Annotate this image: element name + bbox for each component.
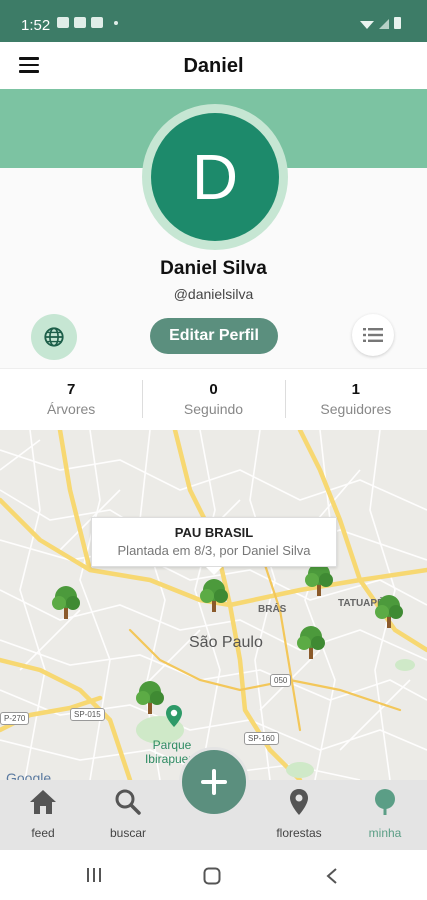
page-title: Daniel [183,55,244,77]
nav-label: feed [31,826,55,840]
tree-marker[interactable] [133,678,167,716]
back-icon[interactable] [325,867,339,885]
nav-item-feed[interactable]: feed [8,788,78,840]
list-view-button[interactable] [352,314,394,356]
road-badge: SP-160 [244,732,279,745]
nav-label: minha [368,826,402,840]
system-nav-bar [0,850,427,900]
add-tree-button[interactable] [179,747,249,817]
tree-info-callout[interactable]: PAU BRASIL Plantada em 8/3, por Daniel S… [91,517,337,575]
wifi-icon [360,21,374,29]
globe-button[interactable] [31,314,77,360]
recent-apps-icon[interactable] [85,867,103,883]
stat-value: 1 [351,381,360,398]
plus-icon [201,769,227,795]
stat-following[interactable]: 0 Seguindo [142,369,284,430]
tree-icon [375,789,395,815]
stat-followers[interactable]: 1 Seguidores [284,369,427,430]
stat-label: Árvores [47,401,96,417]
notification-icon [57,17,69,28]
globe-icon [44,327,64,347]
profile-handle: @danielsilva [173,286,254,302]
home-icon [30,790,56,814]
stat-value: 0 [209,381,218,398]
tree-marker[interactable] [197,576,231,614]
road-badge: SP-015 [70,708,105,721]
home-button-icon[interactable] [203,867,221,885]
tree-marker[interactable] [49,583,83,621]
status-time: 1:52 [21,17,51,34]
nav-item-florestas[interactable]: florestas [264,788,334,840]
callout-subtitle: Plantada em 8/3, por Daniel Silva [117,543,311,558]
app-icon [91,17,103,28]
stat-label: Seguindo [183,401,244,417]
tree-marker[interactable] [372,592,406,630]
map-district-label: BRÁS [258,604,287,615]
app-bar: Daniel [0,42,427,89]
notification-icons [57,17,118,28]
map-view[interactable]: São Paulo BRÁS TATUAPÉ Parque Ibirapuera… [0,430,427,780]
nav-item-minha[interactable]: minha [350,788,420,840]
nav-label: florestas [276,826,322,840]
nav-label: buscar [109,826,147,840]
system-status-icons [360,17,401,29]
search-icon [115,789,141,815]
road-badge: 050 [270,674,292,687]
profile-name: Daniel Silva [160,258,267,279]
gallery-icon [74,17,86,28]
list-icon [363,328,383,342]
stats-bar: 7 Árvores 0 Seguindo 1 Seguidores [0,368,427,430]
edit-profile-button[interactable]: Editar Perfil [150,318,278,354]
google-logo: Google [6,770,52,780]
callout-title: PAU BRASIL [174,525,254,540]
stat-trees[interactable]: 7 Árvores [0,369,142,430]
status-bar: 1:52 [0,0,427,42]
park-pin-icon [166,705,182,727]
map-park-label-line1: Parque [152,738,192,752]
more-dot-icon [114,20,118,25]
signal-icon [379,19,389,29]
tree-marker[interactable] [294,623,328,661]
battery-icon [394,17,401,29]
map-city-label: São Paulo [189,634,263,651]
nav-item-buscar[interactable]: buscar [93,788,163,840]
stat-label: Seguidores [320,401,392,417]
avatar[interactable]: D [151,113,279,241]
stat-value: 7 [66,381,76,398]
road-badge: P-270 [0,712,30,725]
location-pin-icon [290,789,308,815]
